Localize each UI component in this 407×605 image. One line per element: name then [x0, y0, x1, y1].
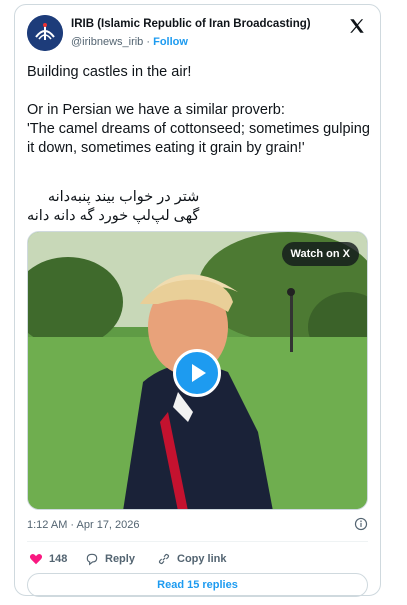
- tweet-card: IRIB (Islamic Republic of Iran Broadcast…: [14, 4, 381, 597]
- x-logo-icon[interactable]: [348, 17, 366, 35]
- tweet-text: Building castles in the air! Or in Persi…: [27, 64, 370, 156]
- account-name[interactable]: IRIB (Islamic Republic of Iran Broadcast…: [71, 18, 311, 30]
- play-button[interactable]: [173, 349, 221, 397]
- heart-icon: [29, 554, 43, 565]
- reply-button[interactable]: Reply: [85, 550, 135, 568]
- tweet-persian-text: شتر در خواب بیند پنبه‌دانه گهی لپ‌لپ خور…: [27, 189, 200, 224]
- separator-dot: ·: [143, 36, 154, 48]
- like-count: 148: [49, 553, 68, 565]
- info-icon[interactable]: [354, 517, 368, 531]
- link-icon: [158, 553, 170, 565]
- watch-on-x-button[interactable]: Watch on X: [281, 242, 359, 266]
- read-replies-button[interactable]: Read 15 replies: [27, 573, 368, 597]
- account-handle[interactable]: @iribnews_irib: [71, 36, 143, 48]
- tweet-header: IRIB (Islamic Republic of Iran Broadcast…: [27, 15, 368, 55]
- irib-logo-icon: [27, 15, 63, 51]
- copy-link-label: Copy link: [177, 553, 227, 565]
- reply-label: Reply: [105, 553, 135, 565]
- play-icon: [192, 364, 206, 382]
- copy-link-button[interactable]: Copy link: [157, 550, 227, 568]
- reply-icon: [86, 553, 98, 566]
- like-button[interactable]: 148: [29, 550, 67, 568]
- avatar[interactable]: [27, 15, 63, 51]
- tweet-timestamp[interactable]: 1:12 AM · Apr 17, 2026: [27, 519, 140, 531]
- follow-button[interactable]: Follow: [153, 36, 188, 48]
- divider: [27, 541, 368, 542]
- handle-line: @iribnews_irib · Follow: [71, 36, 188, 48]
- video-player[interactable]: Watch on X: [27, 231, 368, 510]
